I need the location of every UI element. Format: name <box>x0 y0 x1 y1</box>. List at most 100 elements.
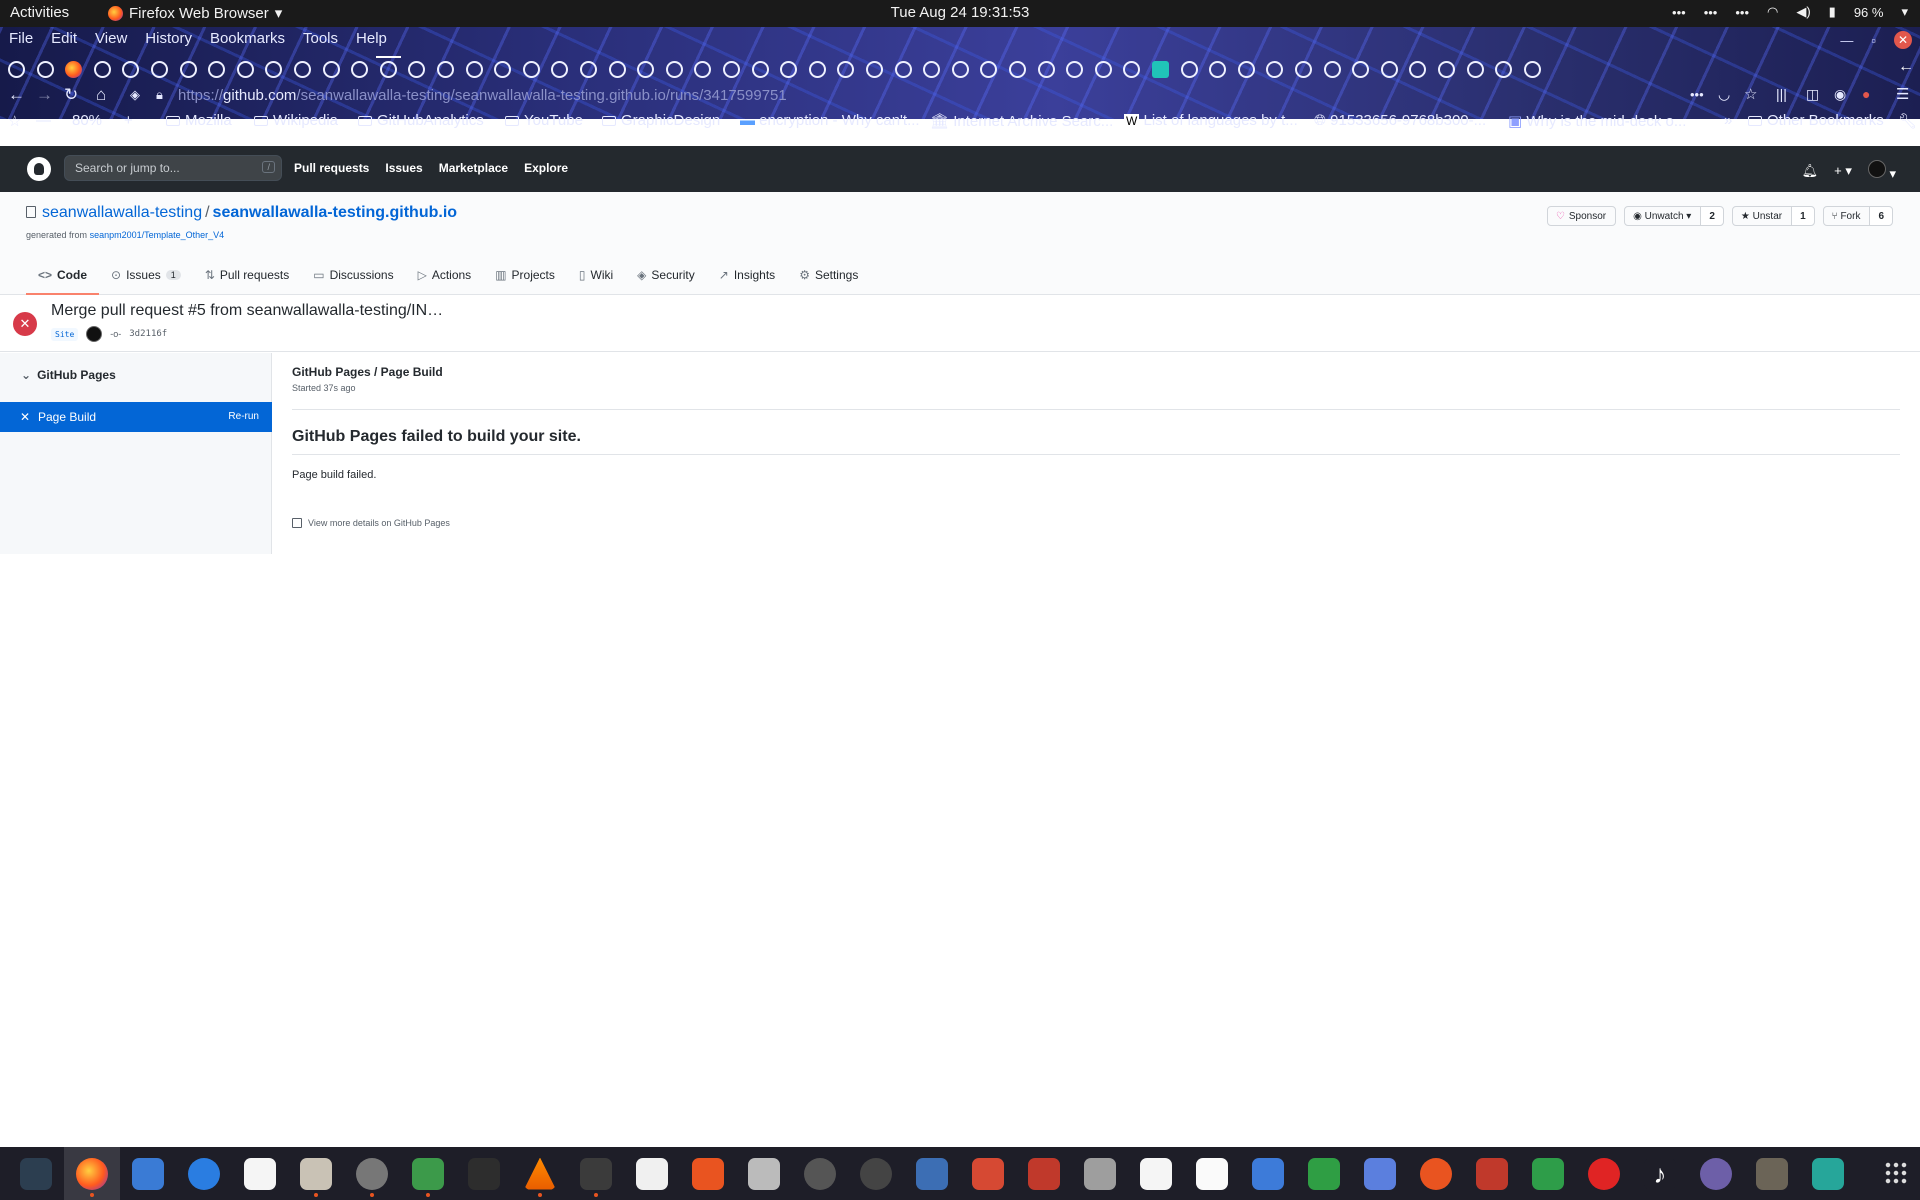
bookmark-item[interactable]: W List of languages by t... <box>1124 112 1298 129</box>
account-icon[interactable]: ◉ <box>1834 86 1846 103</box>
bookmark-folder[interactable]: GraphicDesign <box>602 112 720 129</box>
watch-button[interactable]: ◉ Unwatch ▾ 2 <box>1624 206 1724 226</box>
dock-character-map[interactable] <box>1128 1147 1184 1200</box>
menu-tools[interactable]: Tools <box>294 27 347 53</box>
notifications-bell-icon[interactable]: 🔔︎ <box>1802 163 1819 179</box>
dock-update[interactable] <box>1408 1147 1464 1200</box>
dock-calendar[interactable] <box>1800 1147 1856 1200</box>
dock-gimp[interactable] <box>1744 1147 1800 1200</box>
github-tab-icon[interactable] <box>93 61 111 78</box>
tab-actions[interactable]: ▷ Actions <box>406 255 484 295</box>
tab-issues[interactable]: ⊙ Issues 1 <box>99 255 193 295</box>
tab-overflow-icon[interactable]: ← <box>1898 58 1914 76</box>
github-tab-icon[interactable] <box>580 61 597 78</box>
github-tab-icon[interactable] <box>236 61 254 78</box>
repo-name-link[interactable]: seanwallawalla-testing.github.io <box>213 204 457 221</box>
github-tab-icon[interactable] <box>1094 61 1112 78</box>
dock-remote-desktop[interactable] <box>1352 1147 1408 1200</box>
dock-dictionary[interactable] <box>1184 1147 1240 1200</box>
bookmarks-overflow-icon[interactable]: » <box>1724 112 1732 129</box>
sidebar-icon[interactable]: ◫ <box>1806 86 1819 103</box>
tab-discussions[interactable]: ▭ Discussions <box>301 255 405 295</box>
dock-spreadsheet[interactable] <box>1520 1147 1576 1200</box>
bookmark-folder[interactable]: Mozilla <box>166 112 232 129</box>
pocket-icon[interactable]: ◡ <box>1718 86 1730 103</box>
github-tab-icon[interactable] <box>866 61 883 78</box>
dock-terminal[interactable] <box>456 1147 512 1200</box>
github-tab-icon[interactable] <box>1495 61 1513 78</box>
github-tab-icon[interactable] <box>375 56 401 78</box>
github-tab-icon[interactable] <box>208 61 226 78</box>
back-icon[interactable]: ← <box>8 85 25 105</box>
github-tab-icon[interactable] <box>1266 61 1284 78</box>
tab-security[interactable]: ◈ Security <box>625 255 707 295</box>
create-new-plus-icon[interactable]: + ▾ <box>1834 163 1852 179</box>
dock-extensions[interactable] <box>400 1147 456 1200</box>
bookmark-item[interactable]: ▬ encryption - Why can't... <box>740 112 920 129</box>
dock-document-viewer[interactable] <box>1016 1147 1072 1200</box>
github-tab-icon[interactable] <box>665 61 683 78</box>
github-tab-icon[interactable] <box>322 61 340 78</box>
star-button[interactable]: ★ Unstar 1 <box>1731 206 1815 226</box>
dock-webcam[interactable] <box>792 1147 848 1200</box>
menu-edit[interactable]: Edit <box>42 27 86 53</box>
github-tab-icon[interactable] <box>694 61 712 78</box>
menu-help[interactable]: Help <box>347 27 396 53</box>
github-tab-icon[interactable] <box>1066 61 1084 78</box>
template-repo-link[interactable]: seanpm2001/Template_Other_V4 <box>90 230 225 240</box>
sponsor-button[interactable]: ♡ Sponsor <box>1546 206 1617 226</box>
nav-issues[interactable]: Issues <box>385 161 422 175</box>
bookmark-item[interactable]: 🏛︎ Internet Archive Searc... <box>930 112 1113 130</box>
tab-pull-requests[interactable]: ⇅ Pull requests <box>193 255 301 295</box>
github-tab-icon[interactable] <box>780 61 798 78</box>
branch-label[interactable]: Site <box>51 327 79 341</box>
minimize-icon[interactable]: — <box>1840 33 1853 48</box>
github-logo-icon[interactable] <box>27 157 51 181</box>
github-tab-icon[interactable] <box>1037 61 1055 78</box>
github-tab-icon[interactable] <box>980 61 998 78</box>
dock-game[interactable] <box>1464 1147 1520 1200</box>
github-tab-icon[interactable] <box>179 61 197 78</box>
nav-marketplace[interactable]: Marketplace <box>439 161 508 175</box>
close-icon[interactable]: ✕ <box>1894 31 1912 49</box>
github-tab-icon[interactable] <box>951 61 969 78</box>
github-tab-icon[interactable] <box>1380 61 1398 78</box>
bookmark-folder[interactable]: GitHubAnalytics <box>358 112 484 129</box>
github-tab-icon[interactable] <box>637 61 655 78</box>
github-tab-icon[interactable] <box>1009 61 1026 78</box>
github-tab-icon[interactable] <box>351 61 369 78</box>
bookmark-folder[interactable]: Other Bookmarks <box>1748 112 1884 129</box>
github-tab-icon[interactable] <box>8 61 25 78</box>
github-tab-icon[interactable] <box>1123 61 1141 78</box>
github-tab-icon[interactable] <box>1209 61 1227 78</box>
nav-pull-requests[interactable]: Pull requests <box>294 161 369 175</box>
github-tab-icon[interactable] <box>1295 61 1312 78</box>
github-tab-icon[interactable] <box>1237 61 1255 78</box>
tab-insights[interactable]: ↗ Insights <box>707 255 787 295</box>
dock-writer[interactable] <box>120 1147 176 1200</box>
github-tab-icon[interactable] <box>294 61 311 78</box>
github-tab-icon[interactable] <box>1409 61 1427 78</box>
tab-settings[interactable]: ⚙ Settings <box>787 255 870 295</box>
view-more-details-link[interactable]: View more details on GitHub Pages <box>292 518 450 528</box>
github-tab-icon[interactable] <box>837 61 855 78</box>
github-tab-icon[interactable] <box>808 61 826 78</box>
tab-code[interactable]: <> Code <box>26 255 100 295</box>
dock-vlc[interactable] <box>512 1147 568 1200</box>
dock-music[interactable]: ♪ <box>1632 1147 1688 1200</box>
user-menu[interactable]: ▾ <box>1867 160 1896 182</box>
dock-presentation[interactable] <box>960 1147 1016 1200</box>
dock-graph-app[interactable] <box>624 1147 680 1200</box>
fork-count[interactable]: 6 <box>1869 207 1892 225</box>
bookmark-star-icon[interactable]: ☆ <box>8 112 21 130</box>
github-tab-icon[interactable] <box>1466 61 1484 78</box>
github-tab-icon[interactable] <box>1180 61 1198 78</box>
github-tab-icon[interactable] <box>723 61 740 78</box>
github-tab-icon[interactable] <box>1352 61 1370 78</box>
tab-projects[interactable]: ▥ Projects <box>483 255 567 295</box>
zoom-level[interactable]: 80% <box>72 112 102 129</box>
wrench-icon[interactable]: 🔧︎ <box>1898 112 1917 130</box>
menu-file[interactable]: File <box>0 27 42 53</box>
forward-icon[interactable]: → <box>36 85 53 105</box>
dock-system-monitor[interactable] <box>8 1147 64 1200</box>
